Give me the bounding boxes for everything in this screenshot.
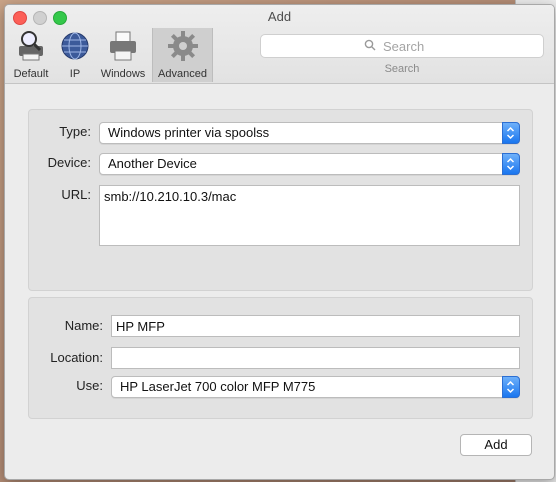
use-label: Use: (76, 378, 103, 393)
search-caption: Search (384, 63, 420, 75)
toolbar-label-default: Default (13, 68, 49, 80)
toolbar-label-windows: Windows (100, 68, 146, 80)
location-label: Location: (50, 350, 103, 365)
toolbar-item-ip[interactable]: IP (57, 28, 93, 82)
globe-icon (61, 32, 89, 60)
device-value: Another Device (108, 156, 197, 171)
name-value: HP MFP (116, 319, 165, 334)
type-popup[interactable]: Windows printer via spoolss (99, 122, 520, 144)
toolbar-item-advanced[interactable]: Advanced (152, 28, 213, 82)
toolbar-label-advanced: Advanced (158, 68, 207, 80)
toolbar: Add Default IP Windows Advanced Search S… (5, 5, 554, 84)
search-field[interactable] (260, 34, 544, 58)
search-input[interactable] (381, 37, 535, 55)
connection-panel: Type: Windows printer via spoolss Device… (28, 109, 533, 291)
search-icon (364, 39, 376, 51)
printer-icon (110, 31, 136, 61)
url-field[interactable]: smb://10.210.10.3/mac (99, 185, 520, 246)
url-value: smb://10.210.10.3/mac (104, 189, 237, 204)
gear-icon (167, 31, 198, 61)
type-value: Windows printer via spoolss (108, 125, 270, 140)
printer-panel: Name: HP MFP Location: Use: HP LaserJet … (28, 297, 533, 419)
use-popup-stepper-icon (502, 376, 520, 398)
type-label: Type: (59, 124, 91, 139)
url-label: URL: (61, 187, 91, 202)
use-popup[interactable]: HP LaserJet 700 color MFP M775 (111, 376, 520, 398)
toolbar-item-default[interactable]: Default (9, 28, 53, 82)
magnifier-printer-icon (19, 31, 43, 61)
device-popup-stepper-icon (502, 153, 520, 175)
device-popup[interactable]: Another Device (99, 153, 520, 175)
window-title: Add (267, 9, 292, 24)
toolbar-item-windows[interactable]: Windows (97, 28, 149, 82)
add-printer-window: Add Default IP Windows Advanced Search S… (4, 4, 555, 480)
toolbar-label-ip: IP (69, 68, 81, 80)
name-label: Name: (64, 318, 103, 333)
device-label: Device: (47, 155, 91, 170)
location-field[interactable] (111, 347, 520, 369)
add-button[interactable]: Add (460, 434, 532, 456)
name-field[interactable]: HP MFP (111, 315, 520, 337)
use-value: HP LaserJet 700 color MFP M775 (120, 379, 316, 394)
type-popup-stepper-icon (502, 122, 520, 144)
